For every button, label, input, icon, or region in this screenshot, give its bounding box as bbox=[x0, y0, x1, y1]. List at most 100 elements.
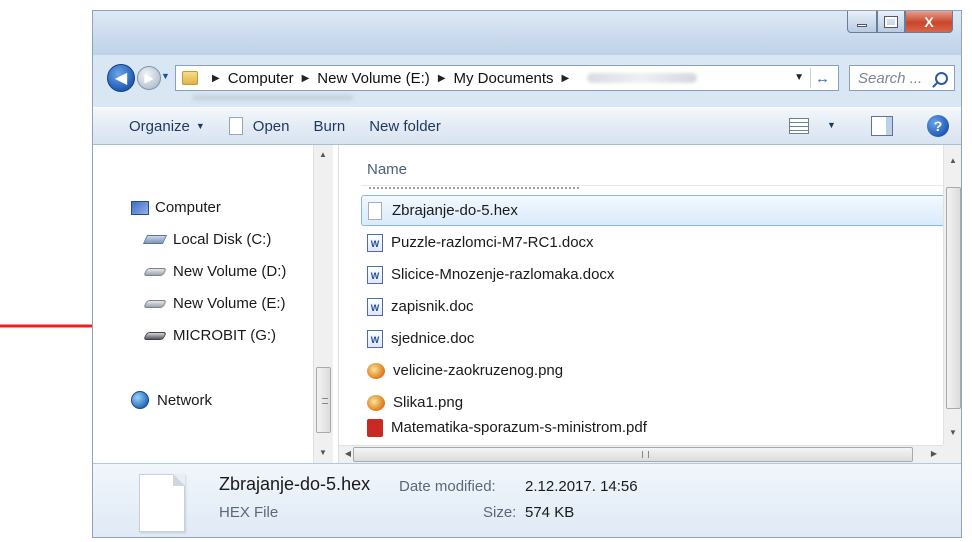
size-value: 574 KB bbox=[525, 504, 575, 521]
back-button[interactable]: ◀ bbox=[107, 64, 135, 92]
file-list-horizontal-scrollbar[interactable]: ◀ ▶ bbox=[339, 445, 943, 463]
nav-item-label: Local Disk (C:) bbox=[173, 231, 272, 248]
file-row[interactable]: W zapisnik.doc bbox=[361, 291, 949, 322]
file-name: Slika1.png bbox=[393, 394, 464, 411]
date-modified-label: Date modified: bbox=[399, 478, 496, 495]
nav-item-new-volume-d[interactable]: New Volume (D:) bbox=[143, 263, 286, 280]
open-button[interactable]: Open bbox=[217, 117, 302, 135]
nav-item-microbit-g[interactable]: MICROBIT (G:) bbox=[143, 327, 277, 344]
refresh-icon: ↔ bbox=[815, 69, 830, 87]
window-caption-buttons: X bbox=[847, 11, 953, 33]
grip-icon bbox=[642, 451, 649, 458]
network-icon bbox=[131, 391, 149, 409]
file-name: Zbrajanje-do-5.hex bbox=[392, 202, 518, 219]
scroll-up-icon[interactable]: ▲ bbox=[944, 153, 961, 169]
drive-icon bbox=[142, 235, 168, 244]
scroll-down-icon[interactable]: ▼ bbox=[944, 425, 961, 441]
recent-pages-button[interactable]: ▼ bbox=[161, 71, 173, 85]
file-row[interactable]: Zbrajanje-do-5.hex bbox=[361, 195, 949, 226]
details-file-name: Zbrajanje-do-5.hex bbox=[219, 474, 371, 494]
chevron-down-icon: ▼ bbox=[161, 71, 170, 81]
nav-scrollbar[interactable]: ▲ ▼ bbox=[313, 145, 333, 463]
new-folder-button[interactable]: New folder bbox=[357, 118, 453, 135]
blurred-region bbox=[193, 95, 353, 100]
scroll-right-icon[interactable]: ▶ bbox=[925, 446, 943, 462]
refresh-button[interactable]: ↔ bbox=[810, 68, 834, 88]
nav-item-new-volume-e[interactable]: New Volume (E:) bbox=[143, 295, 286, 312]
nav-item-label: MICROBIT (G:) bbox=[173, 327, 277, 344]
address-bar[interactable]: ▶ Computer ▶ New Volume (E:) ▶ My Docume… bbox=[175, 65, 839, 91]
nav-item-local-disk-c[interactable]: Local Disk (C:) bbox=[142, 231, 272, 248]
breadcrumb-my-documents[interactable]: My Documents bbox=[454, 70, 554, 87]
maximize-icon bbox=[884, 15, 898, 28]
scroll-thumb[interactable] bbox=[316, 367, 331, 433]
forward-arrow-icon: ▶ bbox=[144, 71, 154, 85]
command-bar: Organize ▼ Open Burn New folder ▼ ? bbox=[93, 107, 961, 145]
forward-button[interactable]: ▶ bbox=[137, 66, 161, 90]
file-name: Slicice-Mnozenje-razlomaka.docx bbox=[391, 266, 615, 283]
file-row[interactable]: W sjednice.doc bbox=[361, 323, 949, 354]
png-image-icon bbox=[367, 362, 385, 379]
file-row[interactable]: velicine-zaokruzenog.png bbox=[361, 355, 949, 386]
pdf-file-icon bbox=[367, 419, 383, 437]
details-pane: Zbrajanje-do-5.hex HEX File Date modifie… bbox=[93, 463, 961, 537]
breadcrumb-separator-icon[interactable]: ▶ bbox=[562, 73, 570, 84]
file-row[interactable]: Slika1.png bbox=[361, 387, 949, 418]
search-placeholder: Search ... bbox=[858, 69, 923, 87]
word-doc-icon: W bbox=[367, 233, 383, 252]
explorer-window: X ◀ ▶ ▼ ▶ Computer ▶ New Volume (E:) ▶ M… bbox=[92, 10, 962, 538]
file-name: sjednice.doc bbox=[391, 330, 475, 347]
breadcrumb-computer[interactable]: Computer bbox=[228, 70, 294, 87]
chevron-down-icon: ▼ bbox=[195, 121, 205, 131]
nav-item-network[interactable]: Network bbox=[131, 391, 212, 409]
file-row[interactable]: W Puzzle-razlomci-M7-RC1.docx bbox=[361, 227, 949, 258]
title-bar: X bbox=[93, 11, 961, 55]
help-icon[interactable]: ? bbox=[927, 115, 949, 137]
file-row[interactable]: W Slicice-Mnozenje-razlomaka.docx bbox=[361, 259, 949, 290]
drive-icon bbox=[143, 267, 167, 276]
nav-item-label: Network bbox=[157, 391, 213, 409]
computer-icon bbox=[131, 200, 149, 215]
partial-row bbox=[369, 187, 579, 191]
change-view-icon[interactable] bbox=[789, 118, 809, 134]
nav-item-label: New Volume (E:) bbox=[173, 295, 286, 312]
organize-label: Organize bbox=[129, 117, 190, 135]
breadcrumb-separator-icon[interactable]: ▶ bbox=[302, 73, 310, 84]
details-file-type: HEX File bbox=[219, 504, 279, 521]
file-thumbnail-icon bbox=[139, 474, 185, 532]
file-name: Puzzle-razlomci-M7-RC1.docx bbox=[391, 234, 594, 251]
minimize-icon bbox=[857, 24, 867, 27]
file-list-vertical-scrollbar[interactable]: ▲ ▼ bbox=[943, 145, 961, 445]
breadcrumb-separator-icon[interactable]: ▶ bbox=[212, 73, 220, 84]
scroll-up-icon[interactable]: ▲ bbox=[314, 147, 332, 163]
scrollbar-corner bbox=[943, 445, 961, 463]
scroll-down-icon[interactable]: ▼ bbox=[314, 445, 332, 461]
grip-icon bbox=[322, 398, 328, 404]
navigation-pane: Computer Local Disk (C:) New Volume (D:)… bbox=[93, 145, 339, 463]
breadcrumb-separator-icon[interactable]: ▶ bbox=[438, 73, 446, 84]
breadcrumb-new-volume-e[interactable]: New Volume (E:) bbox=[317, 70, 430, 87]
screenshot: X ◀ ▶ ▼ ▶ Computer ▶ New Volume (E:) ▶ M… bbox=[0, 0, 972, 542]
preview-pane-icon[interactable] bbox=[871, 116, 893, 136]
file-name: velicine-zaokruzenog.png bbox=[393, 362, 564, 379]
burn-label: Burn bbox=[313, 117, 346, 135]
address-row: ◀ ▶ ▼ ▶ Computer ▶ New Volume (E:) ▶ My … bbox=[93, 61, 961, 100]
view-dropdown-icon[interactable]: ▼ bbox=[827, 120, 836, 130]
scroll-thumb[interactable] bbox=[353, 447, 913, 462]
nav-item-computer[interactable]: Computer bbox=[131, 199, 221, 216]
search-icon[interactable] bbox=[935, 71, 948, 85]
maximize-button[interactable] bbox=[877, 11, 905, 33]
address-dropdown-icon[interactable]: ▼ bbox=[794, 72, 804, 83]
close-button[interactable]: X bbox=[905, 11, 953, 33]
scroll-thumb[interactable] bbox=[946, 187, 961, 409]
file-row[interactable]: Matematika-sporazum-s-ministrom.pdf bbox=[361, 419, 949, 443]
search-input[interactable]: Search ... bbox=[849, 65, 955, 91]
column-header-name[interactable]: Name bbox=[367, 161, 407, 178]
minimize-button[interactable] bbox=[847, 11, 877, 33]
png-image-icon bbox=[367, 394, 385, 411]
back-arrow-icon: ◀ bbox=[114, 70, 128, 87]
burn-button[interactable]: Burn bbox=[302, 118, 358, 135]
organize-button[interactable]: Organize ▼ bbox=[117, 118, 217, 135]
size-label: Size: bbox=[483, 504, 517, 521]
new-folder-label: New folder bbox=[369, 117, 441, 135]
